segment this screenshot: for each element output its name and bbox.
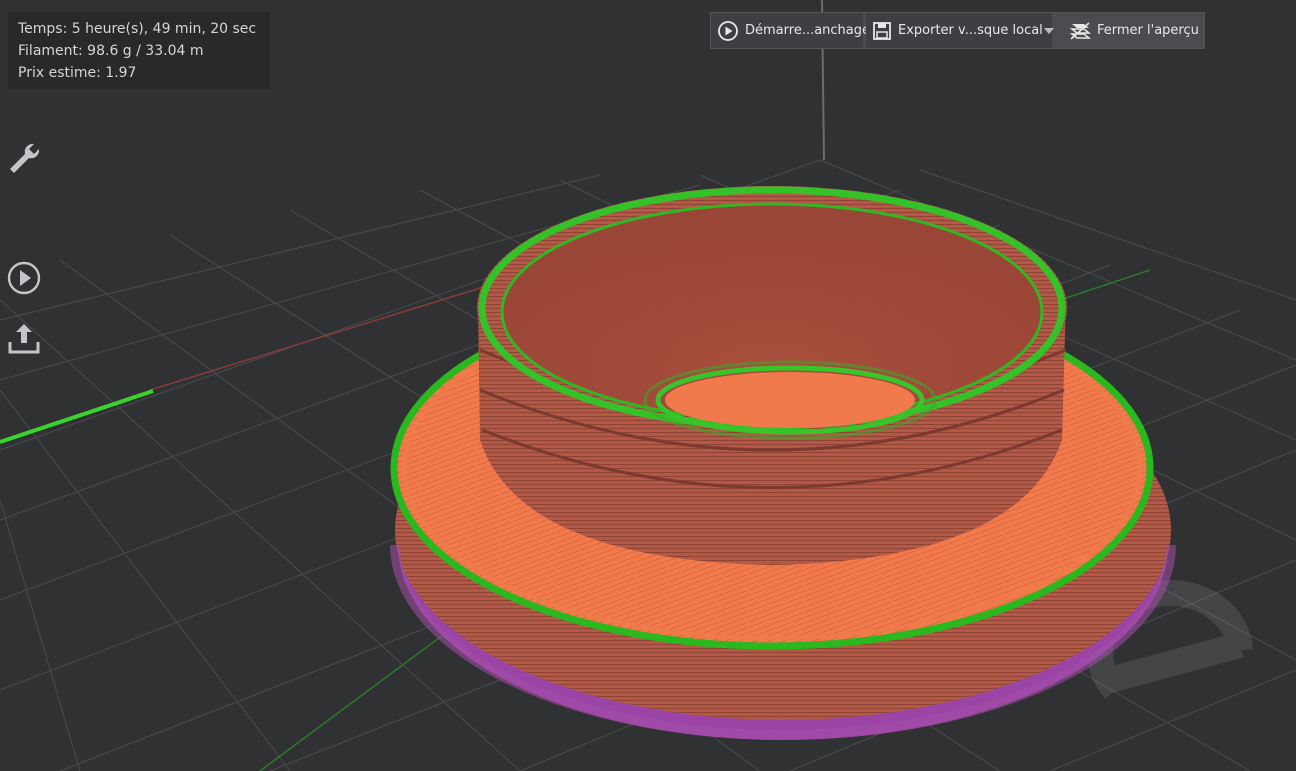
x-axis-line — [149, 284, 491, 391]
save-disk-icon — [873, 21, 891, 40]
print-time: Temps: 5 heure(s), 49 min, 20 sec — [18, 21, 257, 37]
close-preview-button[interactable]: Fermer l'aperçu — [1053, 13, 1205, 48]
layers-icon — [1069, 21, 1091, 40]
play-circle-icon — [718, 20, 738, 41]
start-slicing-button[interactable]: Démarre...anchage — [711, 13, 870, 48]
start-slicing-label: Démarre...anchage — [745, 23, 871, 38]
upload-icon[interactable] — [6, 320, 42, 356]
play-circle-icon[interactable] — [6, 260, 42, 296]
preview-toolbar: Démarre...anchage Exporter v...sque loca… — [710, 12, 1205, 49]
export-label: Exporter v...sque local — [898, 23, 1043, 38]
close-preview-label: Fermer l'aperçu — [1097, 23, 1199, 38]
printed-model — [390, 186, 1176, 740]
wrench-icon[interactable] — [6, 140, 42, 176]
3d-preview-viewport[interactable] — [0, 0, 1296, 771]
travel-path — [0, 389, 154, 444]
y-axis-line-far — [1059, 269, 1151, 301]
filament-usage: Filament: 98.6 g / 33.04 m — [18, 43, 204, 59]
estimated-price: Prix estime: 1.97 — [18, 65, 137, 81]
export-local-disk-button[interactable]: Exporter v...sque local — [866, 13, 1054, 48]
print-stats-panel: Temps: 5 heure(s), 49 min, 20 sec Filame… — [8, 12, 270, 89]
